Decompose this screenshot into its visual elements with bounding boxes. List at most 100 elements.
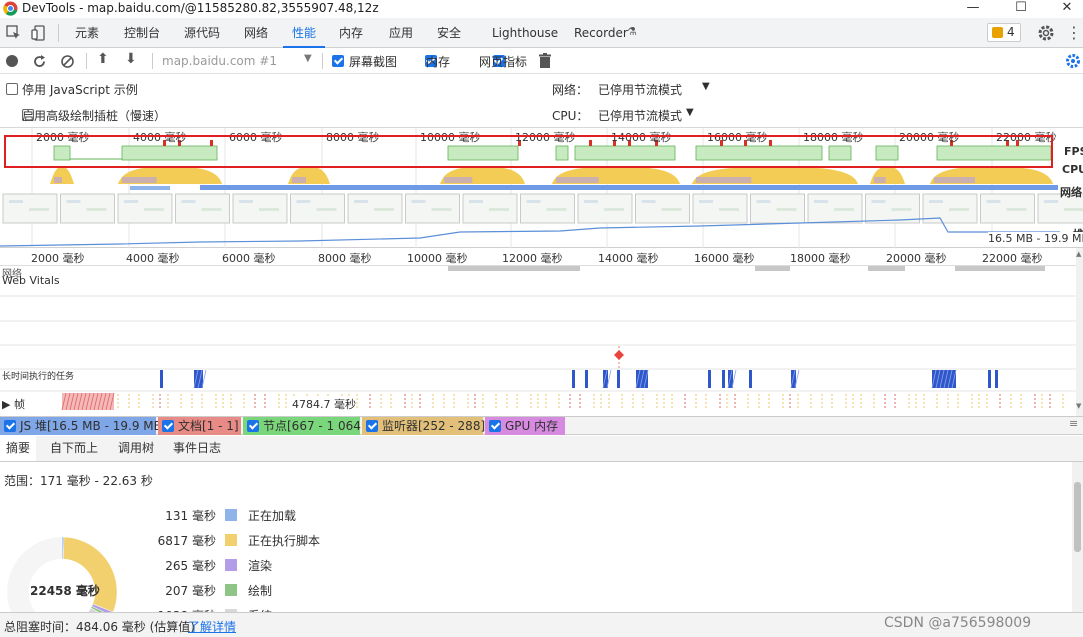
chrome-icon <box>3 1 18 16</box>
legend-checkbox[interactable] <box>247 420 259 432</box>
network-throttle-label: 网络： <box>552 83 589 97</box>
long-task[interactable] <box>585 370 588 388</box>
summary-label: 正在加载 <box>248 509 297 523</box>
performance-toolbar: ⬆ ⬇ map.baidu.com #1 ▼ 屏幕截图 内存 网页指标 <box>0 49 1083 74</box>
web-vitals-label: Web Vitals <box>2 274 60 287</box>
long-task[interactable] <box>722 370 725 388</box>
record-icon[interactable] <box>6 55 18 67</box>
screenshots-label: 屏幕截图 <box>349 55 398 69</box>
ruler-tick: 20000 毫秒 <box>886 252 947 265</box>
timeline-overview[interactable]: 2000 毫秒 4000 毫秒 6000 毫秒 8000 毫秒 10000 毫秒 1200… <box>0 128 1083 248</box>
cpu-rendering <box>934 177 975 183</box>
summary-pie-chart <box>6 536 118 612</box>
tab-2[interactable]: 源代码 <box>175 18 229 48</box>
disable-js-samples-checkbox[interactable] <box>6 83 18 95</box>
tab-6[interactable]: 应用 <box>380 18 422 48</box>
chevron-down-icon[interactable]: ▼ <box>686 107 694 118</box>
issues-badge[interactable]: 4 <box>987 23 1021 42</box>
tab-5[interactable]: 内存 <box>330 18 372 48</box>
legend-checkbox[interactable] <box>366 420 378 432</box>
legend-0[interactable]: JS 堆[16.5 MB - 19.9 MB] <box>0 417 167 435</box>
frames-track[interactable]: ▶ 帧 <box>2 396 25 412</box>
long-task[interactable] <box>160 370 163 388</box>
network-request <box>448 266 470 271</box>
network-throttle-select[interactable]: 已停用节流模式 <box>598 81 682 98</box>
details-tab-0[interactable]: 摘要 <box>0 436 37 461</box>
chevron-down-icon[interactable]: ▼ <box>702 81 710 92</box>
legend-label: 监听器[252 - 288] <box>382 419 486 433</box>
details-tab-3[interactable]: 事件日志 <box>167 436 227 461</box>
device-toolbar-icon[interactable] <box>30 24 48 42</box>
capture-settings-icon[interactable] <box>1065 53 1081 69</box>
chevron-down-icon[interactable]: ▼ <box>304 53 312 64</box>
long-task[interactable] <box>572 370 575 388</box>
screenshots-checkbox[interactable] <box>332 55 344 67</box>
learn-more-link[interactable]: 了解详情 <box>188 618 236 635</box>
tab-8[interactable]: Lighthouse <box>483 18 567 48</box>
cpu-rendering <box>54 177 62 183</box>
tab-1[interactable]: 控制台 <box>115 18 169 48</box>
warning-icon <box>992 27 1003 38</box>
close-button[interactable]: ✕ <box>1052 0 1082 18</box>
legend-3[interactable]: 监听器[252 - 288] <box>362 417 486 435</box>
tab-7[interactable]: 安全 <box>428 18 470 48</box>
more-menu-icon[interactable]: ⋮ <box>1066 23 1082 42</box>
long-task[interactable] <box>988 370 991 388</box>
minimize-button[interactable]: — <box>958 0 988 18</box>
long-task[interactable] <box>617 370 620 388</box>
disable-js-samples-label: 停用 JavaScript 示例 <box>22 83 138 97</box>
ruler-tick: 22000 毫秒 <box>982 252 1043 265</box>
cpu-throttle-select[interactable]: 已停用节流模式 <box>598 107 682 124</box>
summary-time: 207 毫秒 <box>165 584 216 598</box>
legend-checkbox[interactable] <box>162 420 174 432</box>
summary-scrollbar[interactable] <box>1072 462 1083 612</box>
legend-4[interactable]: GPU 内存 <box>485 417 565 435</box>
profile-select[interactable]: map.baidu.com #1 <box>162 54 277 68</box>
summary-row: 131 毫秒 正在加载 <box>130 507 430 529</box>
long-task[interactable] <box>749 370 752 388</box>
fps-highlight-box <box>4 135 1053 168</box>
total-blocking-time: 总阻塞时间：484.06 毫秒 (估算值) <box>4 620 195 634</box>
capture-settings-pane: 停用 JavaScript 示例 启用高级绘制插桩（慢速） 网络： 已停用节流模… <box>0 75 1083 128</box>
cpu-label: CPU <box>1062 163 1083 176</box>
timeline-ruler: 2000 毫秒 4000 毫秒 6000 毫秒 8000 毫秒 10000 毫秒 1200… <box>0 248 1083 266</box>
inspect-element-icon[interactable] <box>5 24 23 42</box>
long-task[interactable] <box>708 370 711 388</box>
tab-4[interactable]: 性能 <box>283 18 326 48</box>
summary-time: 131 毫秒 <box>165 509 216 523</box>
flame-chart-tracks[interactable]: 网络 Web Vitals 长时间执行的任务 ▶ 帧 4784.7 毫秒 <box>0 266 1076 418</box>
summary-swatch <box>225 584 237 596</box>
title-bar: DevTools - map.baidu.com/@11585280.82,35… <box>0 0 1083 18</box>
summary-row: 6817 毫秒 正在执行脚本 <box>130 532 430 554</box>
settings-gear-icon[interactable] <box>1037 24 1055 42</box>
upload-icon[interactable]: ⬆ <box>97 51 109 67</box>
trash-icon[interactable] <box>538 53 552 69</box>
heap-range: 16.5 MB - 19.9 MB <box>988 232 1083 245</box>
status-bar: 总阻塞时间：484.06 毫秒 (估算值) 了解详情 CSDN @a756598… <box>0 612 1083 637</box>
cpu-rendering <box>696 177 752 183</box>
legend-checkbox[interactable] <box>489 420 501 432</box>
tracks-scrollbar[interactable]: ▲ ▼ <box>1076 248 1083 416</box>
legend-1[interactable]: 文档[1 - 1] <box>158 417 241 435</box>
drag-handle-icon[interactable]: ≡ <box>1069 417 1078 430</box>
details-tab-1[interactable]: 自下而上 <box>44 436 104 461</box>
summary-row: 207 毫秒 绘制 <box>130 582 430 604</box>
summary-time: 265 毫秒 <box>165 559 216 573</box>
advanced-paint-label: 启用高级绘制插桩（慢速） <box>22 109 167 123</box>
cpu-rendering <box>556 177 599 183</box>
summary-swatch <box>225 559 237 571</box>
network-request <box>755 266 790 271</box>
legend-2[interactable]: 节点[667 - 1 064] <box>243 417 366 435</box>
details-tab-2[interactable]: 调用树 <box>112 436 160 461</box>
frames-label: 帧 <box>13 398 25 411</box>
legend-checkbox[interactable] <box>4 420 16 432</box>
maximize-button[interactable]: ☐ <box>1006 0 1036 18</box>
reload-record-icon[interactable] <box>32 54 47 69</box>
devtools-tab-bar: 元素 控制台 源代码 网络 性能 内存 应用 安全 Lighthouse Recorder ⚗ 4 … <box>0 18 1083 48</box>
tab-0[interactable]: 元素 <box>66 18 108 48</box>
download-icon[interactable]: ⬇ <box>125 51 137 67</box>
tab-3[interactable]: 网络 <box>235 18 277 48</box>
clear-icon[interactable] <box>60 54 75 69</box>
long-task[interactable] <box>995 370 998 388</box>
tab-9[interactable]: Recorder <box>565 18 637 48</box>
